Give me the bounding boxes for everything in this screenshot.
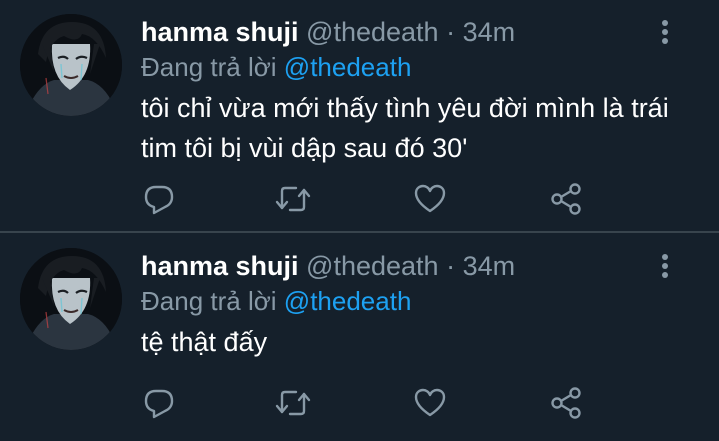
avatar[interactable] [20,14,122,116]
reply-prefix: Đang trả lời [141,286,277,316]
share-icon [549,386,583,425]
like-button[interactable] [410,181,450,221]
more-vertical-icon [661,253,669,284]
separator: · [446,17,456,47]
separator: · [446,251,456,281]
reply-icon [142,182,176,221]
more-vertical-icon [661,19,669,50]
reply-to-handle[interactable]: @thedeath [284,286,412,316]
heart-icon [413,387,447,424]
tweet-text: tôi chỉ vừa mới thấy tình yêu đời mình l… [141,93,669,163]
avatar[interactable] [20,248,122,350]
tweet-text: tệ thật đấy [141,327,268,357]
user-handle[interactable]: @thedeath [306,251,439,281]
display-name[interactable]: hanma shuji [141,17,299,47]
reply-button[interactable] [139,385,179,425]
reply-to-handle[interactable]: @thedeath [284,52,412,82]
share-icon [549,182,583,221]
retweet-icon [274,182,312,221]
reply-context: Đang trả lời @thedeath [141,48,411,86]
tweet-header: hanma shuji @thedeath · 34m [141,246,515,286]
reply-icon [142,386,176,425]
share-button[interactable] [546,385,586,425]
more-button[interactable] [652,250,678,286]
retweet-icon [274,386,312,425]
tweet[interactable]: hanma shuji @thedeath · 34m Đang trả lời… [0,234,719,441]
more-button[interactable] [652,16,678,52]
heart-icon [413,183,447,220]
display-name[interactable]: hanma shuji [141,251,299,281]
reply-context: Đang trả lời @thedeath [141,282,411,320]
timestamp[interactable]: 34m [463,251,516,281]
like-button[interactable] [410,385,450,425]
action-bar [0,385,719,425]
divider [0,231,719,233]
user-handle[interactable]: @thedeath [306,17,439,47]
reply-prefix: Đang trả lời [141,52,277,82]
tweet-header: hanma shuji @thedeath · 34m [141,12,515,52]
reply-button[interactable] [139,181,179,221]
action-bar [0,181,719,221]
share-button[interactable] [546,181,586,221]
timestamp[interactable]: 34m [463,17,516,47]
retweet-button[interactable] [273,181,313,221]
tweet[interactable]: hanma shuji @thedeath · 34m Đang trả lời… [0,0,719,232]
retweet-button[interactable] [273,385,313,425]
